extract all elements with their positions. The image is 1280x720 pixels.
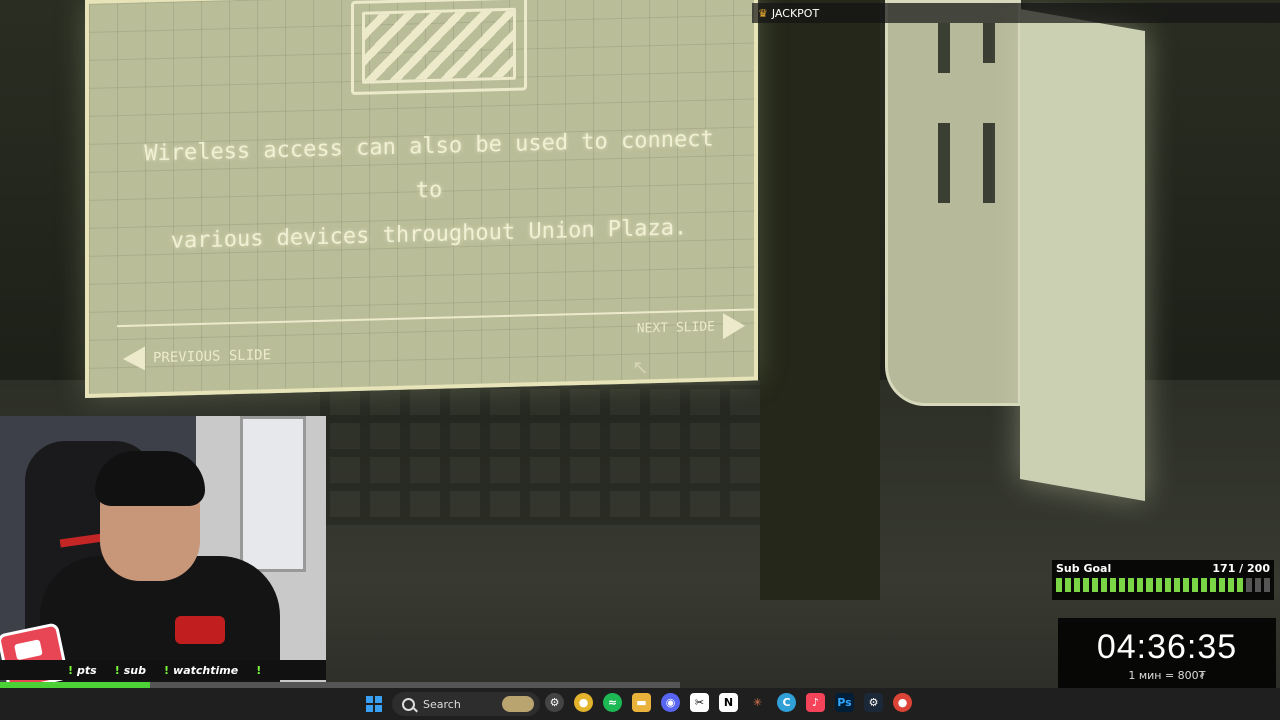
sub-goal-segment — [1056, 578, 1063, 592]
streamer-hair — [95, 451, 205, 506]
pointer-cursor-icon: ↖ — [632, 355, 649, 379]
previous-slide-button[interactable]: PREVIOUS SLIDE — [123, 343, 272, 372]
arrow-left-icon — [123, 346, 145, 372]
union-plaza-logo-icon — [351, 0, 527, 96]
door-slot — [983, 23, 995, 63]
news-widget-icon — [502, 696, 534, 712]
discord-icon[interactable]: ◉ — [661, 693, 680, 712]
slide-text-line-1: Wireless access can also be used to conn… — [144, 126, 714, 204]
taskbar-apps: ⚙ ● ≈ ▬ ◉ ✂ N ✳ C ♪ Ps ⚙ ● — [545, 693, 912, 712]
taskbar-search[interactable]: Search — [392, 692, 540, 716]
pillar — [760, 0, 880, 600]
sub-goal-segment — [1110, 578, 1117, 592]
sub-goal-title: Sub Goal — [1056, 562, 1112, 575]
claude-icon[interactable]: ✳ — [748, 693, 767, 712]
webcam-window — [240, 416, 306, 572]
slide-nav-bar: PREVIOUS SLIDE NEXT SLIDE — [117, 308, 757, 378]
c-app-icon[interactable]: C — [777, 693, 796, 712]
elevator-door-frame — [885, 0, 1021, 406]
sub-goal-segment — [1092, 578, 1099, 592]
sub-goal-segment — [1101, 578, 1108, 592]
search-placeholder: Search — [423, 697, 461, 711]
sub-goal-segment — [1191, 578, 1198, 592]
sub-goal-segment — [1074, 578, 1081, 592]
sub-goal-segment — [1128, 578, 1135, 592]
command-bang: ! — [164, 663, 170, 677]
sub-goal-widget: Sub Goal 171 / 200 — [1052, 560, 1274, 600]
sub-goal-segment — [1200, 578, 1207, 592]
timer-rate: 1 мин = 800₮ — [1128, 669, 1206, 682]
sub-goal-segment — [1245, 578, 1253, 592]
next-slide-button[interactable]: NEXT SLIDE — [636, 312, 745, 342]
sub-goal-segment — [1236, 578, 1243, 592]
sub-goal-segment — [1173, 578, 1180, 592]
previous-slide-label: PREVIOUS SLIDE — [153, 347, 272, 367]
command-item: ! — [256, 664, 265, 677]
sub-goal-segment — [1209, 578, 1216, 592]
jackpot-label: JACKPOT — [771, 6, 820, 20]
arcade-screen — [14, 639, 43, 661]
door-slot — [938, 23, 950, 73]
door-slot — [938, 123, 950, 203]
next-slide-label: NEXT SLIDE — [636, 319, 715, 337]
slide-text: Wireless access can also be used to conn… — [129, 117, 729, 265]
sub-goal-segment — [1255, 578, 1262, 592]
chrome-icon[interactable]: ● — [574, 693, 593, 712]
sub-goal-segment — [1119, 578, 1126, 592]
logo-stripes — [362, 7, 516, 84]
command-bang: ! — [68, 663, 74, 677]
sub-goal-segment — [1146, 578, 1153, 592]
command-bang: ! — [256, 663, 262, 677]
windows-taskbar: Search ⚙ ● ≈ ▬ ◉ ✂ N ✳ C ♪ Ps ⚙ ● — [0, 688, 1280, 720]
steam-icon[interactable]: ⚙ — [864, 693, 883, 712]
wall-pattern — [320, 385, 790, 525]
chat-commands-bar: ! pts ! sub ! watchtime ! — [0, 660, 326, 680]
file-explorer-icon[interactable]: ▬ — [632, 693, 651, 712]
arrow-right-icon — [723, 312, 745, 340]
door-slot — [983, 123, 995, 203]
subathon-timer: 04:36:35 — [1096, 628, 1238, 666]
command-item: ! watchtime — [164, 664, 238, 677]
command-label: watchtime — [173, 663, 239, 677]
crown-icon: ♛ — [758, 6, 768, 20]
sub-goal-segment — [1065, 578, 1072, 592]
sub-goal-count: 171 / 200 — [1212, 562, 1270, 575]
command-label: pts — [77, 663, 97, 677]
sub-goal-segment — [1218, 578, 1225, 592]
sub-goal-progress — [1056, 578, 1271, 592]
sub-goal-segment — [1182, 578, 1189, 592]
open-door-panel[interactable] — [1020, 8, 1145, 502]
microphone — [175, 616, 225, 644]
command-bang: ! — [114, 663, 120, 677]
sub-goal-segment — [1083, 578, 1090, 592]
music-icon[interactable]: ♪ — [806, 693, 825, 712]
command-item: ! sub — [115, 664, 146, 677]
chrome-alt-icon[interactable]: ● — [893, 693, 912, 712]
sub-goal-segment — [1137, 578, 1144, 592]
capcut-icon[interactable]: ✂ — [690, 693, 709, 712]
info-screen: Wireless access can also be used to conn… — [85, 0, 758, 399]
sub-goal-segment — [1164, 578, 1171, 592]
spotify-icon[interactable]: ≈ — [603, 693, 622, 712]
windows-start-icon[interactable] — [366, 696, 382, 712]
sub-goal-segment — [1155, 578, 1162, 592]
jackpot-bar: ♛ JACKPOT — [752, 3, 1280, 23]
photoshop-icon[interactable]: Ps — [835, 693, 854, 712]
sub-goal-segment — [1227, 578, 1234, 592]
command-item: ! pts — [68, 664, 97, 677]
search-icon — [402, 697, 415, 711]
sub-goal-segment — [1264, 578, 1271, 592]
settings-icon[interactable]: ⚙ — [545, 693, 564, 712]
notion-icon[interactable]: N — [719, 693, 738, 712]
command-label: sub — [123, 663, 147, 677]
